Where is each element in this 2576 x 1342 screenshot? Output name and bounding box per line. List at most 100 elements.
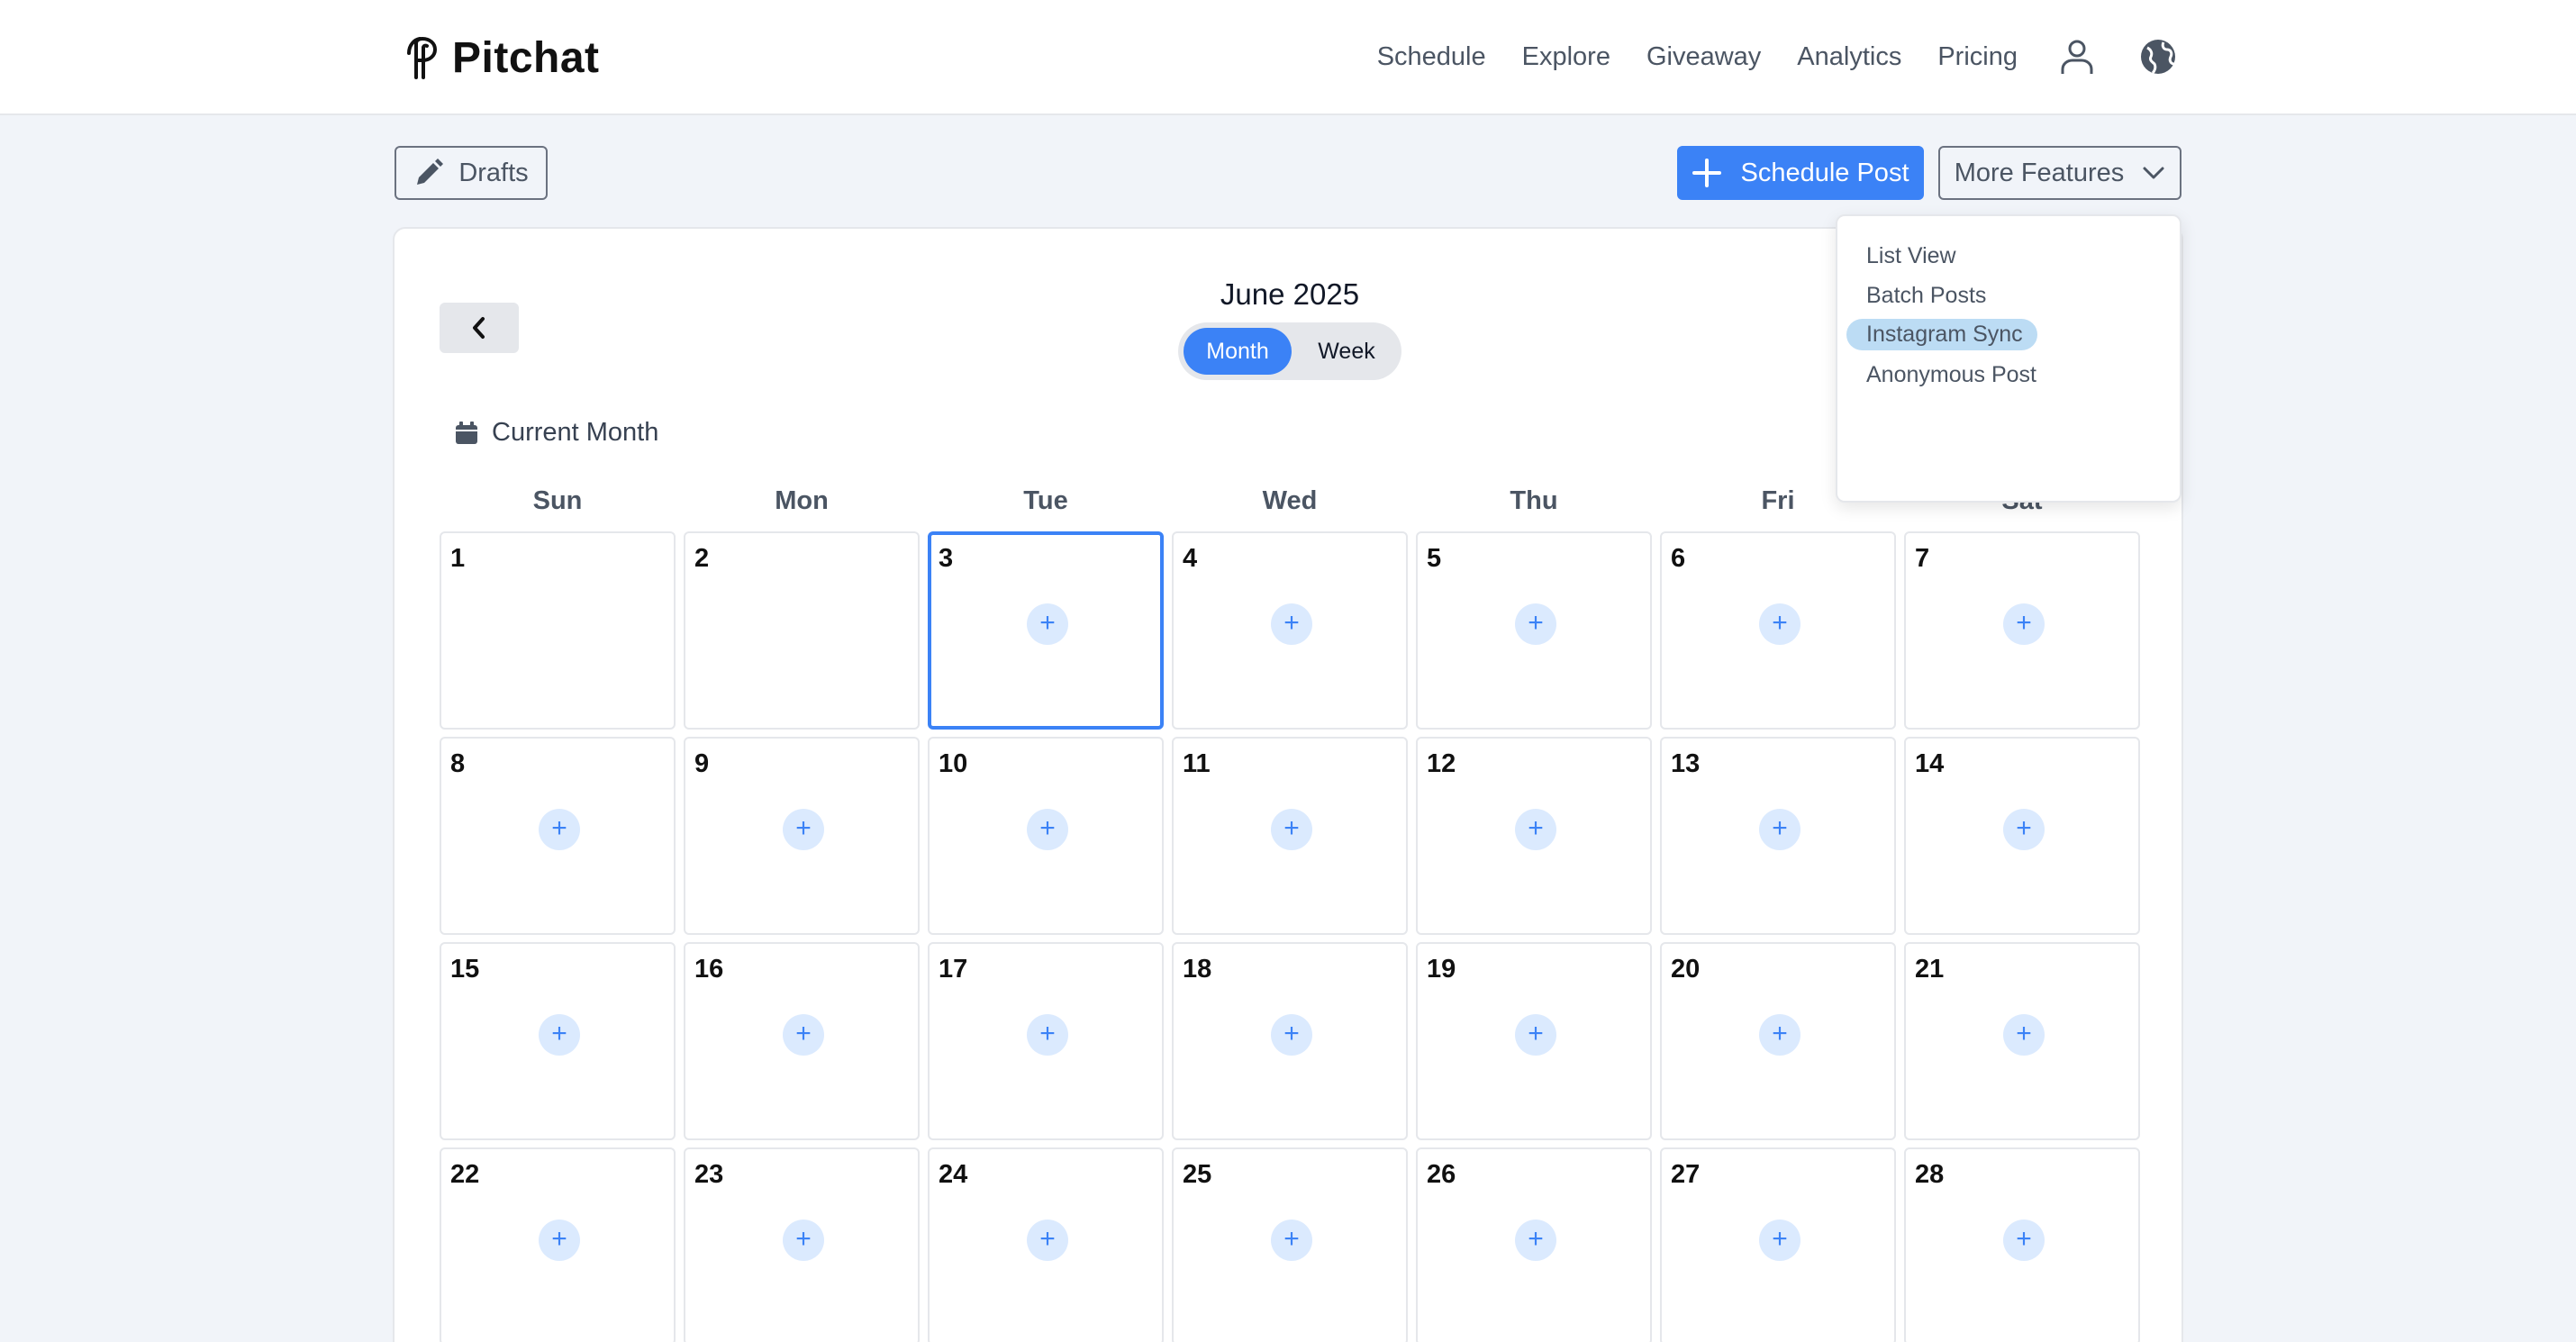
day-cell-14[interactable]: 14 + xyxy=(1904,737,2140,935)
day-number: 12 xyxy=(1427,749,1456,778)
day-cell-18[interactable]: 18 + xyxy=(1172,942,1408,1140)
day-number: 4 xyxy=(1183,544,1198,573)
day-cell-12[interactable]: 12 + xyxy=(1416,737,1652,935)
add-post-button[interactable]: + xyxy=(1759,1014,1800,1056)
view-toggle: Month Week xyxy=(1178,322,1401,380)
day-cell-6[interactable]: 6 + xyxy=(1660,531,1896,730)
top-navbar: Pitchat Schedule Explore Giveaway Analyt… xyxy=(0,0,2576,115)
add-post-button[interactable]: + xyxy=(1515,1220,1556,1261)
day-number: 27 xyxy=(1671,1160,1701,1189)
add-post-button[interactable]: + xyxy=(1027,1014,1068,1056)
nav-schedule[interactable]: Schedule xyxy=(1377,42,1486,72)
day-number: 5 xyxy=(1427,544,1442,573)
user-icon[interactable] xyxy=(2055,35,2099,78)
schedule-post-button[interactable]: Schedule Post xyxy=(1677,146,1924,200)
more-features-button[interactable]: More Features xyxy=(1938,146,2181,200)
day-cell-13[interactable]: 13 + xyxy=(1660,737,1896,935)
weekday-mon: Mon xyxy=(775,486,829,515)
day-cell-17[interactable]: 17 + xyxy=(928,942,1164,1140)
day-number: 10 xyxy=(939,749,968,778)
day-number: 7 xyxy=(1915,544,1930,573)
day-number: 26 xyxy=(1427,1160,1456,1189)
day-cell-20[interactable]: 20 + xyxy=(1660,942,1896,1140)
add-post-button[interactable]: + xyxy=(783,809,824,850)
add-post-button[interactable]: + xyxy=(1027,603,1068,645)
day-number: 1 xyxy=(450,544,466,573)
view-month-option[interactable]: Month xyxy=(1184,328,1292,375)
add-post-button[interactable]: + xyxy=(1515,809,1556,850)
plus-icon xyxy=(1692,159,1722,187)
chevron-left-icon xyxy=(473,317,485,339)
brand[interactable]: Pitchat xyxy=(404,31,600,85)
day-number: 22 xyxy=(450,1160,480,1189)
day-number: 3 xyxy=(939,544,954,573)
day-number: 20 xyxy=(1671,955,1701,984)
add-post-button[interactable]: + xyxy=(1271,809,1312,850)
add-post-button[interactable]: + xyxy=(539,1014,580,1056)
day-number: 11 xyxy=(1183,749,1211,778)
add-post-button[interactable]: + xyxy=(1271,603,1312,645)
add-post-button[interactable]: + xyxy=(1271,1220,1312,1261)
menu-item-anonymous-post[interactable]: Anonymous Post xyxy=(1866,362,2036,388)
day-cell-11[interactable]: 11 + xyxy=(1172,737,1408,935)
add-post-button[interactable]: + xyxy=(1515,1014,1556,1056)
nav-giveaway[interactable]: Giveaway xyxy=(1646,42,1761,72)
add-post-button[interactable]: + xyxy=(2003,1220,2045,1261)
weekday-sun: Sun xyxy=(532,486,583,515)
brand-logo-icon xyxy=(407,36,438,79)
current-month-button[interactable]: Current Month xyxy=(454,418,658,448)
schedule-post-label: Schedule Post xyxy=(1740,158,1909,187)
day-cell-9[interactable]: 9 + xyxy=(684,737,920,935)
day-cell-27[interactable]: 27 + xyxy=(1660,1147,1896,1342)
day-cell-1[interactable]: 1 xyxy=(440,531,676,730)
brand-name: Pitchat xyxy=(452,33,600,82)
add-post-button[interactable]: + xyxy=(539,809,580,850)
add-post-button[interactable]: + xyxy=(783,1220,824,1261)
globe-icon[interactable] xyxy=(2136,35,2180,78)
day-number: 15 xyxy=(450,955,480,984)
day-number: 2 xyxy=(694,544,710,573)
day-cell-15[interactable]: 15 + xyxy=(440,942,676,1140)
add-post-button[interactable]: + xyxy=(1271,1014,1312,1056)
nav-pricing[interactable]: Pricing xyxy=(1937,42,2018,72)
add-post-button[interactable]: + xyxy=(2003,1014,2045,1056)
day-cell-24[interactable]: 24 + xyxy=(928,1147,1164,1342)
add-post-button[interactable]: + xyxy=(1027,809,1068,850)
day-cell-4[interactable]: 4 + xyxy=(1172,531,1408,730)
day-cell-26[interactable]: 26 + xyxy=(1416,1147,1652,1342)
add-post-button[interactable]: + xyxy=(1759,1220,1800,1261)
menu-item-batch-posts[interactable]: Batch Posts xyxy=(1866,283,1986,309)
menu-item-list-view[interactable]: List View xyxy=(1866,243,1956,269)
drafts-label: Drafts xyxy=(458,158,529,187)
day-cell-28[interactable]: 28 + xyxy=(1904,1147,2140,1342)
day-cell-2[interactable]: 2 xyxy=(684,531,920,730)
day-cell-21[interactable]: 21 + xyxy=(1904,942,2140,1140)
add-post-button[interactable]: + xyxy=(1027,1220,1068,1261)
day-cell-25[interactable]: 25 + xyxy=(1172,1147,1408,1342)
day-cell-8[interactable]: 8 + xyxy=(440,737,676,935)
add-post-button[interactable]: + xyxy=(539,1220,580,1261)
add-post-button[interactable]: + xyxy=(1759,809,1800,850)
menu-item-instagram-sync[interactable]: Instagram Sync xyxy=(1846,319,2037,350)
day-cell-22[interactable]: 22 + xyxy=(440,1147,676,1342)
day-cell-16[interactable]: 16 + xyxy=(684,942,920,1140)
pencil-icon xyxy=(417,159,444,185)
chevron-down-icon xyxy=(2143,167,2164,179)
nav-analytics[interactable]: Analytics xyxy=(1797,42,1901,72)
day-cell-7[interactable]: 7 + xyxy=(1904,531,2140,730)
day-number: 28 xyxy=(1915,1160,1945,1189)
day-cell-19[interactable]: 19 + xyxy=(1416,942,1652,1140)
add-post-button[interactable]: + xyxy=(1759,603,1800,645)
add-post-button[interactable]: + xyxy=(2003,603,2045,645)
day-cell-10[interactable]: 10 + xyxy=(928,737,1164,935)
add-post-button[interactable]: + xyxy=(783,1014,824,1056)
day-number: 23 xyxy=(694,1160,724,1189)
day-cell-3[interactable]: 3 + xyxy=(928,531,1164,730)
drafts-button[interactable]: Drafts xyxy=(395,146,548,200)
add-post-button[interactable]: + xyxy=(1515,603,1556,645)
day-cell-23[interactable]: 23 + xyxy=(684,1147,920,1342)
nav-explore[interactable]: Explore xyxy=(1522,42,1610,72)
view-week-option[interactable]: Week xyxy=(1297,328,1396,375)
day-cell-5[interactable]: 5 + xyxy=(1416,531,1652,730)
add-post-button[interactable]: + xyxy=(2003,809,2045,850)
